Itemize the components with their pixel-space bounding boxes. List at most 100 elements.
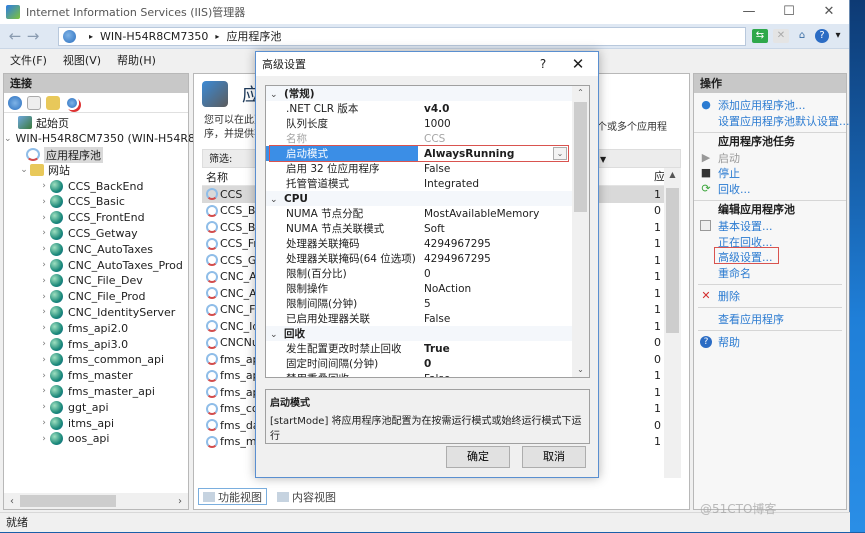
close-button[interactable]: ✕ xyxy=(809,0,849,24)
tree-site[interactable]: › CNC_File_Dev xyxy=(4,273,188,289)
tab-content-view[interactable]: 内容视图 xyxy=(273,488,340,505)
expand-icon[interactable]: › xyxy=(38,307,50,317)
expand-icon[interactable]: › xyxy=(38,197,50,207)
expand-icon[interactable]: › xyxy=(38,213,50,223)
action-start[interactable]: ▶ 启动 xyxy=(694,150,846,166)
collapse-icon[interactable]: ⌄ xyxy=(4,134,12,144)
property-row[interactable]: .NET CLR 版本 v4.0 xyxy=(266,101,589,116)
tree-site[interactable]: › CCS_FrontEnd xyxy=(4,210,188,226)
forward-button[interactable]: → xyxy=(24,27,42,45)
ok-button[interactable]: 确定 xyxy=(446,446,510,468)
tree-site[interactable]: › fms_master xyxy=(4,368,188,384)
property-row[interactable]: 限制(百分比) 0 xyxy=(266,266,589,281)
property-row[interactable]: 处理器关联掩码 4294967295 xyxy=(266,236,589,251)
action-add-app-pool[interactable]: ● 添加应用程序池... xyxy=(694,97,846,113)
property-row[interactable]: NUMA 节点分配 MostAvailableMemory xyxy=(266,206,589,221)
property-row[interactable]: NUMA 节点关联模式 Soft xyxy=(266,221,589,236)
expand-icon[interactable]: › xyxy=(38,292,50,302)
property-row[interactable]: 限制间隔(分钟) 5 xyxy=(266,296,589,311)
tree-site[interactable]: › CNC_IdentityServer xyxy=(4,305,188,321)
cancel-button[interactable]: 取消 xyxy=(522,446,586,468)
property-row[interactable]: 限制操作 NoAction xyxy=(266,281,589,296)
menu-view[interactable]: 视图(V) xyxy=(63,52,101,68)
tree-site[interactable]: › oos_api xyxy=(4,431,188,447)
expand-icon[interactable]: › xyxy=(38,244,50,254)
expand-icon[interactable]: › xyxy=(38,260,50,270)
tree-site[interactable]: › CNC_AutoTaxes xyxy=(4,241,188,257)
property-row[interactable]: 发生配置更改时禁止回收 True xyxy=(266,341,589,356)
expand-icon[interactable]: › xyxy=(38,434,50,444)
breadcrumb-app-pools[interactable]: 应用程序池 xyxy=(226,28,281,44)
disconnect-icon[interactable] xyxy=(65,95,79,110)
connections-hscrollbar[interactable]: ‹ › xyxy=(4,493,188,509)
action-recycle[interactable]: ⟳ 回收... xyxy=(694,181,846,197)
action-set-pool-defaults[interactable]: 设置应用程序池默认设置... xyxy=(694,113,850,129)
property-grid-scrollbar[interactable]: ⌃ ⌄ xyxy=(572,86,589,377)
expand-icon[interactable]: › xyxy=(38,181,50,191)
dialog-help-button[interactable]: ? xyxy=(528,57,558,71)
tree-start-page[interactable]: 起始页 xyxy=(4,115,188,131)
expand-icon[interactable]: › xyxy=(38,402,50,412)
tree-site[interactable]: › fms_master_api xyxy=(4,384,188,400)
tree-site[interactable]: › ggt_api xyxy=(4,399,188,415)
expand-icon[interactable]: › xyxy=(38,339,50,349)
scroll-thumb[interactable] xyxy=(20,495,116,507)
scroll-left-icon[interactable]: ‹ xyxy=(4,496,20,507)
expand-icon[interactable]: › xyxy=(38,386,50,396)
tree-site[interactable]: › CCS_BackEnd xyxy=(4,178,188,194)
property-row[interactable]: 启用 32 位应用程序 False xyxy=(266,161,589,176)
scroll-up-icon[interactable]: ⌃ xyxy=(572,86,589,100)
tree-app-pools[interactable]: 应用程序池 xyxy=(4,146,188,163)
address-bar[interactable]: ▸ WIN-H54R8CM7350 ▸ 应用程序池 xyxy=(58,26,746,46)
action-rename[interactable]: 重命名 xyxy=(694,265,846,281)
action-view-applications[interactable]: 查看应用程序 xyxy=(694,311,846,327)
back-button[interactable]: ← xyxy=(6,27,24,45)
filter-dropdown-icon[interactable]: ▼ xyxy=(600,150,606,169)
scroll-thumb[interactable] xyxy=(574,102,587,212)
scroll-right-icon[interactable]: › xyxy=(172,496,188,507)
tree-sites[interactable]: ⌄ 网站 xyxy=(4,162,188,178)
property-row[interactable]: 队列长度 1000 xyxy=(266,116,589,131)
minimize-button[interactable]: — xyxy=(729,0,769,24)
breadcrumb-server[interactable]: WIN-H54R8CM7350 xyxy=(100,30,208,43)
property-row[interactable]: 固定时间间隔(分钟) 0 xyxy=(266,356,589,371)
expand-icon[interactable]: › xyxy=(38,228,50,238)
scroll-up-icon[interactable]: ▲ xyxy=(664,168,681,182)
tree-site[interactable]: › CCS_Getway xyxy=(4,226,188,242)
refresh-icon[interactable]: ⇆ xyxy=(752,29,768,43)
grid-vscrollbar[interactable]: ▲ xyxy=(664,168,681,478)
tree-site[interactable]: › CNC_File_Prod xyxy=(4,289,188,305)
tree-server[interactable]: ⌄ WIN-H54R8CM7350 (WIN-H54R8CM7350\Admin… xyxy=(4,131,323,147)
action-basic-settings[interactable]: 基本设置... xyxy=(694,218,846,234)
action-help[interactable]: ? 帮助 xyxy=(694,334,846,350)
property-row[interactable]: 已启用处理器关联 False xyxy=(266,311,589,326)
collapse-icon[interactable]: ⌄ xyxy=(270,90,284,100)
tree-site[interactable]: › fms_api2.0 xyxy=(4,320,188,336)
action-stop[interactable]: ■ 停止 xyxy=(694,165,846,181)
scroll-down-icon[interactable]: ⌄ xyxy=(572,363,589,377)
expand-icon[interactable]: › xyxy=(38,276,50,286)
property-row[interactable]: 启动模式 AlwaysRunning ⌄ xyxy=(266,145,589,162)
menu-file[interactable]: 文件(F) xyxy=(10,52,47,68)
stop-icon[interactable]: ✕ xyxy=(773,29,789,43)
tab-features-view[interactable]: 功能视图 xyxy=(198,488,267,505)
help-dropdown-caret[interactable]: ▾ xyxy=(834,29,842,43)
home-icon[interactable]: ⌂ xyxy=(794,29,810,43)
property-row[interactable]: 处理器关联掩码(64 位选项) 4294967295 xyxy=(266,251,589,266)
collapse-icon[interactable]: ⌄ xyxy=(18,165,30,175)
menu-help[interactable]: 帮助(H) xyxy=(117,52,156,68)
property-row[interactable]: 禁用重叠回收False xyxy=(266,371,589,378)
tree-site[interactable]: › CCS_Basic xyxy=(4,194,188,210)
tree-site[interactable]: › fms_api3.0 xyxy=(4,336,188,352)
property-category[interactable]: ⌄ CPU xyxy=(266,191,589,206)
expand-icon[interactable]: › xyxy=(38,323,50,333)
tree-site[interactable]: › itms_api xyxy=(4,415,188,431)
property-category[interactable]: ⌄ (常规) xyxy=(266,86,589,101)
tree-site[interactable]: › fms_common_api xyxy=(4,352,188,368)
action-delete[interactable]: ✕ 删除 xyxy=(694,288,846,304)
collapse-icon[interactable]: ⌄ xyxy=(270,330,284,340)
property-category[interactable]: ⌄ 回收 xyxy=(266,326,589,341)
expand-icon[interactable]: › xyxy=(38,355,50,365)
dialog-close-button[interactable]: ✕ xyxy=(558,55,598,73)
save-icon[interactable] xyxy=(27,95,41,110)
